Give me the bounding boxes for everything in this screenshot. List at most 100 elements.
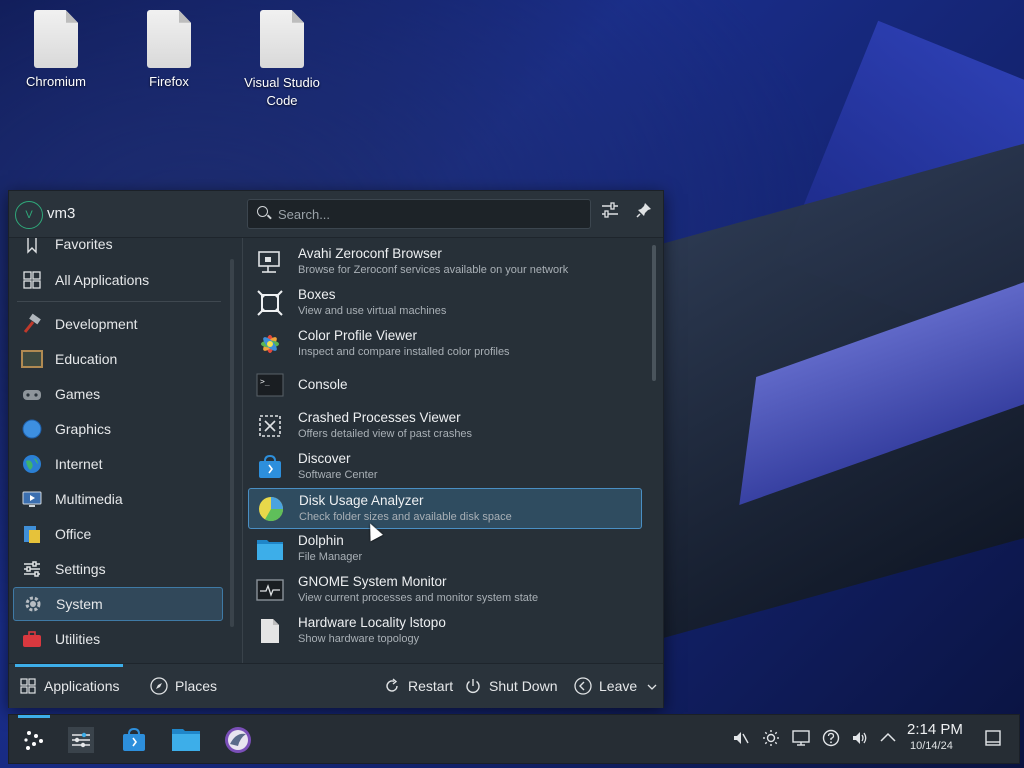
sidebar-item-development[interactable]: Development <box>13 308 221 340</box>
sidebar-item-label: Multimedia <box>55 491 123 507</box>
tray-audio-muted[interactable] <box>730 729 750 749</box>
leave-button[interactable]: Leave <box>574 676 657 696</box>
app-name: Disk Usage Analyzer <box>299 493 424 508</box>
sidebar-item-label: Utilities <box>55 631 101 647</box>
taskbar: 2:14 PM 10/14/24 <box>8 714 1020 764</box>
monitor-icon <box>256 576 284 604</box>
tab-places[interactable]: Places <box>150 676 217 696</box>
multimedia-icon <box>21 488 43 510</box>
sidebar-item-utilities[interactable]: Utilities <box>13 623 221 655</box>
store-icon <box>123 727 145 751</box>
avatar[interactable]: V <box>15 201 43 229</box>
sidebar-item-label: System <box>56 596 103 612</box>
sidebar-item-system[interactable]: System <box>13 587 223 621</box>
tray-brightness[interactable] <box>761 729 781 749</box>
sidebar-item-label: Favorites <box>55 238 113 252</box>
sidebar-item-education[interactable]: Education <box>13 343 221 375</box>
app-description: View and use virtual machines <box>298 305 447 317</box>
taskbar-dolphin[interactable] <box>169 723 203 757</box>
app-description: Check folder sizes and available disk sp… <box>299 511 512 523</box>
sidebar-item-label: Office <box>55 526 92 542</box>
app-name: Hardware Locality lstopo <box>298 615 446 630</box>
app-name: GNOME System Monitor <box>298 574 447 589</box>
app-launcher-button[interactable] <box>17 723 51 757</box>
sidebar-item-all-applications[interactable]: All Applications <box>13 264 221 296</box>
sidebar-item-multimedia[interactable]: Multimedia <box>13 483 221 515</box>
restart-button[interactable]: Restart <box>383 676 453 696</box>
launcher-active-indicator <box>18 715 50 718</box>
desktop-icon-firefox[interactable]: Firefox <box>121 10 217 89</box>
taskbar-browser[interactable] <box>221 723 255 757</box>
divider <box>242 238 243 663</box>
desktop-icon <box>985 730 1001 746</box>
graphics-icon <box>21 418 43 440</box>
restart-icon <box>383 677 401 695</box>
desktop-icon-label: Visual Studio Code <box>244 75 320 108</box>
app-name: Avahi Zeroconf Browser <box>298 246 442 261</box>
sidebar-item-internet[interactable]: Internet <box>13 448 221 480</box>
sidebar-item-games[interactable]: Games <box>13 378 221 410</box>
sidebar-item-settings[interactable]: Settings <box>13 553 221 585</box>
sidebar-item-graphics[interactable]: Graphics <box>13 413 221 445</box>
taskbar-system-settings[interactable] <box>64 723 98 757</box>
shutdown-button[interactable]: Shut Down <box>464 676 557 696</box>
app-name: Crashed Processes Viewer <box>298 410 461 425</box>
app-item-gnome-system-monitor[interactable]: GNOME System Monitor View current proces… <box>248 570 640 609</box>
app-item-hardware-locality-lstopo[interactable]: Hardware Locality lstopo Show hardware t… <box>248 611 640 650</box>
app-name: Discover <box>298 451 351 466</box>
app-description: Offers detailed view of past crashes <box>298 428 473 440</box>
sidebar-item-label: Internet <box>55 456 103 472</box>
clock-time[interactable]: 2:14 PM <box>907 721 963 738</box>
launcher-icon <box>24 731 43 750</box>
browser-icon <box>225 727 251 753</box>
app-item-console[interactable]: >_ Console <box>248 365 640 404</box>
search-input[interactable] <box>276 203 580 225</box>
desktop-icon-chromium[interactable]: Chromium <box>8 10 104 89</box>
configure-button[interactable] <box>599 202 621 224</box>
taskbar-discover[interactable] <box>117 723 151 757</box>
sidebar-scrollbar[interactable] <box>230 259 234 627</box>
divider <box>17 301 221 302</box>
office-icon <box>21 523 43 545</box>
app-item-discover[interactable]: Discover Software Center <box>248 447 640 486</box>
tray-expand[interactable] <box>878 729 898 749</box>
clock-date[interactable]: 10/14/24 <box>910 740 953 752</box>
sidebar-item-office[interactable]: Office <box>13 518 221 550</box>
application-launcher: V vm3 Favorites <box>8 190 664 708</box>
app-item-color-profile-viewer[interactable]: Color Profile Viewer Inspect and compare… <box>248 324 640 363</box>
tray-help[interactable] <box>821 729 841 749</box>
folder-icon <box>256 535 284 563</box>
sidebar-item-label: Games <box>55 386 101 402</box>
desktop-icon-vscode[interactable]: Visual Studio Code <box>234 10 330 110</box>
search-box[interactable] <box>247 199 591 229</box>
color-icon <box>256 330 284 358</box>
hammer-icon <box>21 313 43 335</box>
gear-icon <box>22 593 44 615</box>
desktop-icon-label: Firefox <box>149 74 189 89</box>
brightness-icon <box>763 730 779 746</box>
app-item-disk-usage-analyzer[interactable]: Disk Usage Analyzer Check folder sizes a… <box>248 488 642 529</box>
app-description: Browse for Zeroconf services available o… <box>298 264 569 276</box>
sidebar-item-label: All Applications <box>55 272 150 288</box>
app-item-boxes[interactable]: Boxes View and use virtual machines <box>248 283 640 322</box>
launcher-footer: Applications Places Restart Shut Down Le… <box>9 663 663 708</box>
show-desktop-button[interactable] <box>983 729 1003 749</box>
app-item-dolphin[interactable]: Dolphin File Manager <box>248 529 640 568</box>
app-description: Inspect and compare installed color prof… <box>298 346 510 358</box>
shutdown-label: Shut Down <box>489 678 558 694</box>
app-item-crashed-processes-viewer[interactable]: Crashed Processes Viewer Offers detailed… <box>248 406 640 445</box>
pin-button[interactable] <box>633 202 655 224</box>
launcher-header: V vm3 <box>9 191 663 238</box>
app-list-scrollbar[interactable] <box>652 245 656 381</box>
leave-icon <box>574 677 592 695</box>
tab-applications[interactable]: Applications <box>19 676 120 696</box>
tray-volume[interactable] <box>850 729 870 749</box>
app-item-avahi[interactable]: Avahi Zeroconf Browser Browse for Zeroco… <box>248 242 640 281</box>
category-sidebar: Favorites All Applications Development E… <box>11 238 227 663</box>
sidebar-item-favorites[interactable]: Favorites <box>13 238 221 260</box>
tray-network[interactable] <box>791 729 811 749</box>
svg-text:>_: >_ <box>260 377 270 386</box>
sliders-icon <box>21 558 43 580</box>
terminal-icon: >_ <box>256 371 284 399</box>
chevron-down-icon <box>647 678 657 694</box>
